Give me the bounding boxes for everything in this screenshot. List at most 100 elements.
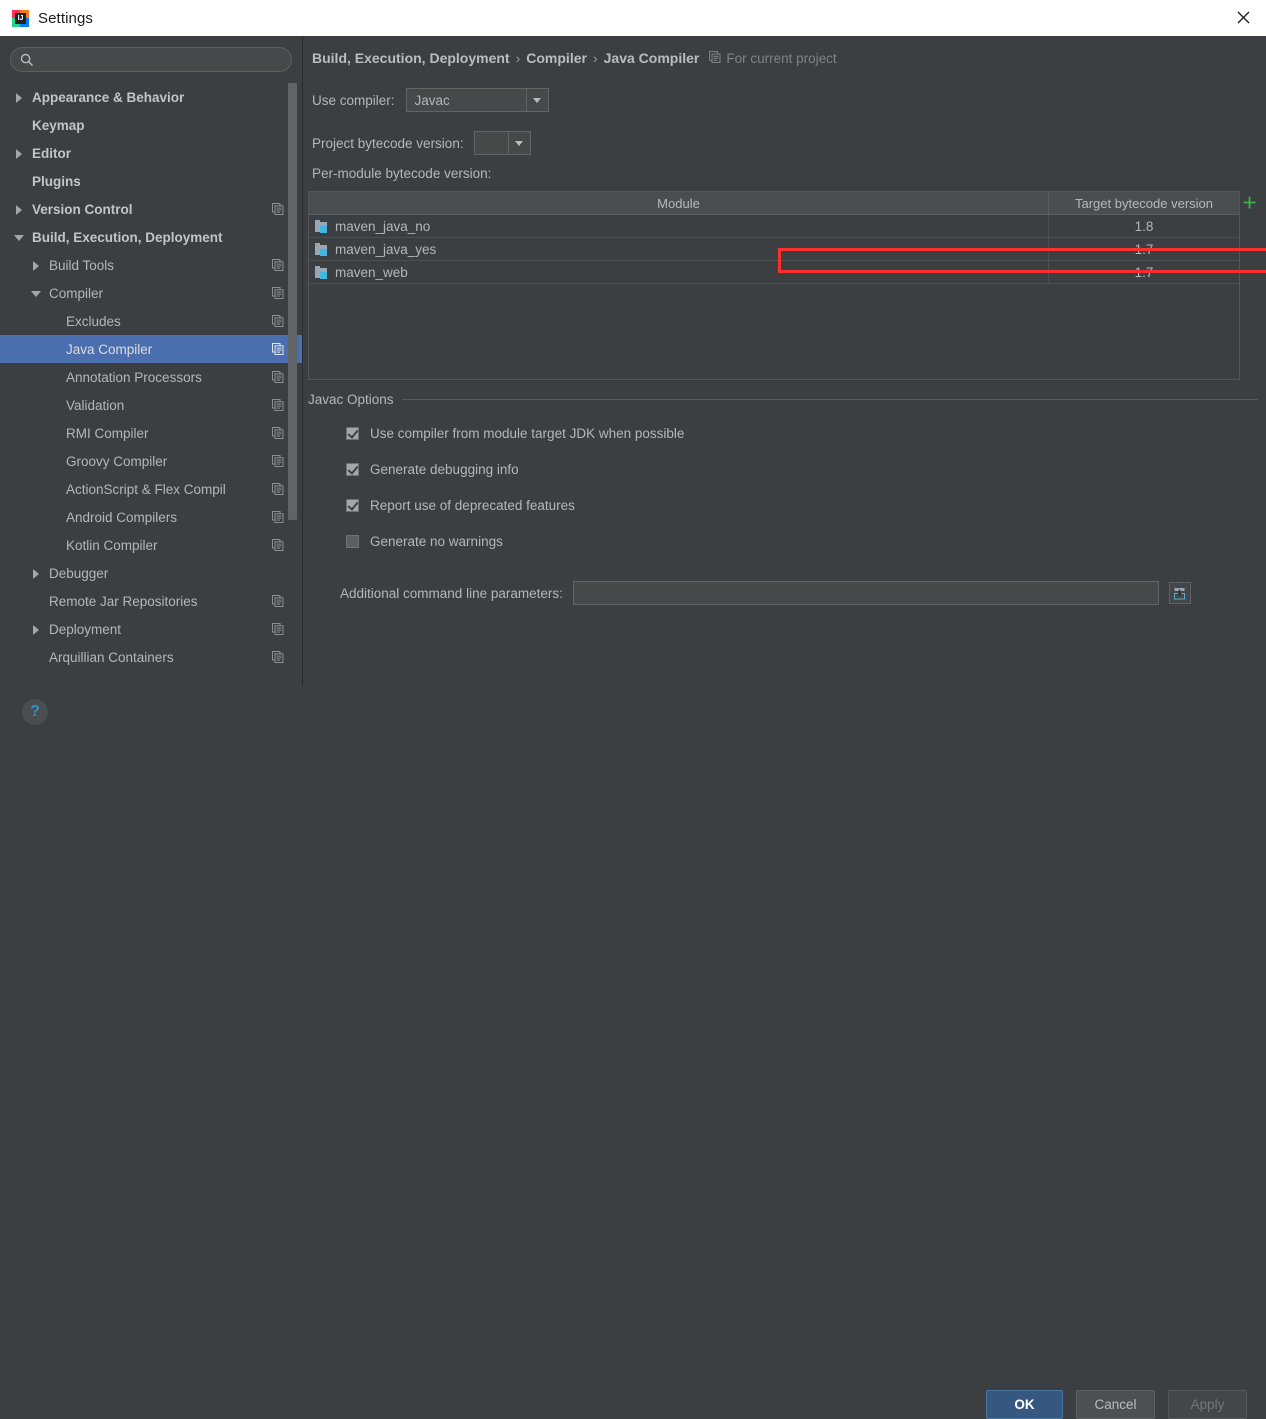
apply-button[interactable]: Apply <box>1168 1390 1247 1419</box>
sidebar-item-appearance-behavior[interactable]: Appearance & Behavior <box>0 83 302 111</box>
sidebar-item-label: Compiler <box>49 285 104 301</box>
sidebar-item-kotlin-compiler[interactable]: Kotlin Compiler <box>0 531 302 559</box>
sidebar-item-validation[interactable]: Validation <box>0 391 302 419</box>
sidebar-item-annotation-processors[interactable]: Annotation Processors <box>0 363 302 391</box>
project-scope-icon <box>272 399 284 411</box>
table-cell-module[interactable]: maven_java_no <box>309 215 1049 237</box>
sidebar-item-debugger[interactable]: Debugger <box>0 559 302 587</box>
chevron-right-icon[interactable] <box>14 148 25 159</box>
ok-button[interactable]: OK <box>986 1390 1063 1419</box>
sidebar-item-deployment[interactable]: Deployment <box>0 615 302 643</box>
sidebar-item-java-compiler[interactable]: Java Compiler <box>0 335 302 363</box>
project-scope-icon <box>272 539 284 551</box>
search-icon <box>20 53 34 67</box>
use-compiler-row: Use compiler: Javac <box>312 88 549 112</box>
sidebar-item-version-control[interactable]: Version Control <box>0 195 302 223</box>
sidebar-item-arquillian-containers[interactable]: Arquillian Containers <box>0 643 302 671</box>
sidebar-item-build-tools[interactable]: Build Tools <box>0 251 302 279</box>
sidebar-item-groovy-compiler[interactable]: Groovy Compiler <box>0 447 302 475</box>
checkbox-row[interactable]: Generate no warnings <box>346 534 503 549</box>
search-box[interactable] <box>10 47 292 72</box>
sidebar-item-label: ActionScript & Flex Compil <box>66 481 226 497</box>
sidebar-item-label: RMI Compiler <box>66 425 149 441</box>
sidebar-item-remote-jar-repositories[interactable]: Remote Jar Repositories <box>0 587 302 615</box>
table-cell-target-version[interactable]: 1.7 <box>1049 261 1239 283</box>
sidebar-item-plugins[interactable]: Plugins <box>0 167 302 195</box>
sidebar-item-android-compilers[interactable]: Android Compilers <box>0 503 302 531</box>
add-module-button[interactable] <box>1241 194 1258 211</box>
module-name: maven_web <box>335 264 408 280</box>
chevron-right-icon[interactable] <box>31 568 42 579</box>
sidebar-scrollbar-thumb[interactable] <box>288 83 297 520</box>
project-scope-label: For current project <box>726 50 837 66</box>
sidebar-item-rmi-compiler[interactable]: RMI Compiler <box>0 419 302 447</box>
checkbox-row[interactable]: Report use of deprecated features <box>346 498 575 513</box>
table-row[interactable]: maven_java_no 1.8 <box>309 215 1239 238</box>
sidebar-item-compiler[interactable]: Compiler <box>0 279 302 307</box>
sidebar-item-actionscript-flex-compil[interactable]: ActionScript & Flex Compil <box>0 475 302 503</box>
checkbox-row[interactable]: Generate debugging info <box>346 462 519 477</box>
sidebar-item-label: Version Control <box>32 201 133 217</box>
table-row[interactable]: maven_java_yes 1.7 <box>309 238 1239 261</box>
table-column-header-module[interactable]: Module <box>309 192 1049 214</box>
table-cell-target-version[interactable]: 1.7 <box>1049 238 1239 260</box>
cancel-button[interactable]: Cancel <box>1076 1390 1155 1419</box>
title-bar: IJ Settings <box>0 0 1266 37</box>
breadcrumb-part-3[interactable]: Java Compiler <box>604 50 700 66</box>
insert-macro-icon[interactable] <box>1168 582 1191 604</box>
table-cell-target-version[interactable]: 1.8 <box>1049 215 1239 237</box>
project-scope-icon <box>272 371 284 383</box>
breadcrumb-part-2[interactable]: Compiler <box>526 50 587 66</box>
sidebar-item-editor[interactable]: Editor <box>0 139 302 167</box>
checkbox-checked-icon[interactable] <box>346 463 359 476</box>
javac-options-group-header: Javac Options <box>308 392 1258 407</box>
breadcrumb-part-1[interactable]: Build, Execution, Deployment <box>312 50 510 66</box>
chevron-down-icon[interactable] <box>14 232 25 243</box>
checkbox-checked-icon[interactable] <box>346 427 359 440</box>
chevron-down-icon[interactable] <box>525 89 548 111</box>
table-cell-module[interactable]: maven_web <box>309 261 1049 283</box>
chevron-down-icon[interactable] <box>507 132 530 154</box>
project-scope-icon <box>709 50 721 66</box>
table-column-header-target[interactable]: Target bytecode version <box>1049 192 1239 214</box>
checkbox-checked-icon[interactable] <box>346 499 359 512</box>
help-button[interactable]: ? <box>22 699 48 725</box>
checkbox-row[interactable]: Use compiler from module target JDK when… <box>346 426 684 441</box>
sidebar-item-label: Arquillian Containers <box>49 649 174 665</box>
checkbox-unchecked-icon[interactable] <box>346 535 359 548</box>
chevron-right-icon[interactable] <box>31 624 42 635</box>
project-scope-icon <box>272 651 284 663</box>
additional-params-row: Additional command line parameters: <box>340 581 1191 605</box>
search-field-wrapper <box>10 47 292 72</box>
module-icon <box>315 242 329 256</box>
sidebar-item-label: Build, Execution, Deployment <box>32 229 223 245</box>
sidebar-item-excludes[interactable]: Excludes <box>0 307 302 335</box>
group-divider <box>401 399 1258 400</box>
chevron-down-icon[interactable] <box>31 288 42 299</box>
table-row[interactable]: maven_web 1.7 <box>309 261 1239 284</box>
chevron-right-icon[interactable] <box>31 260 42 271</box>
chevron-right-icon[interactable] <box>14 204 25 215</box>
sidebar-item-keymap[interactable]: Keymap <box>0 111 302 139</box>
table-cell-module[interactable]: maven_java_yes <box>309 238 1049 260</box>
table-body: maven_java_no 1.8 maven_java_yes 1.7 maven_w… <box>309 215 1239 284</box>
search-input[interactable] <box>34 48 291 71</box>
close-icon[interactable] <box>1220 0 1266 35</box>
project-bytecode-dropdown[interactable] <box>473 131 531 155</box>
chevron-right-icon[interactable] <box>14 92 25 103</box>
sidebar-item-build-execution-deployment[interactable]: Build, Execution, Deployment <box>0 223 302 251</box>
use-compiler-dropdown[interactable]: Javac <box>405 88 549 112</box>
project-scope-icon <box>272 455 284 467</box>
additional-params-input[interactable] <box>572 581 1159 605</box>
window-title: Settings <box>38 9 93 27</box>
